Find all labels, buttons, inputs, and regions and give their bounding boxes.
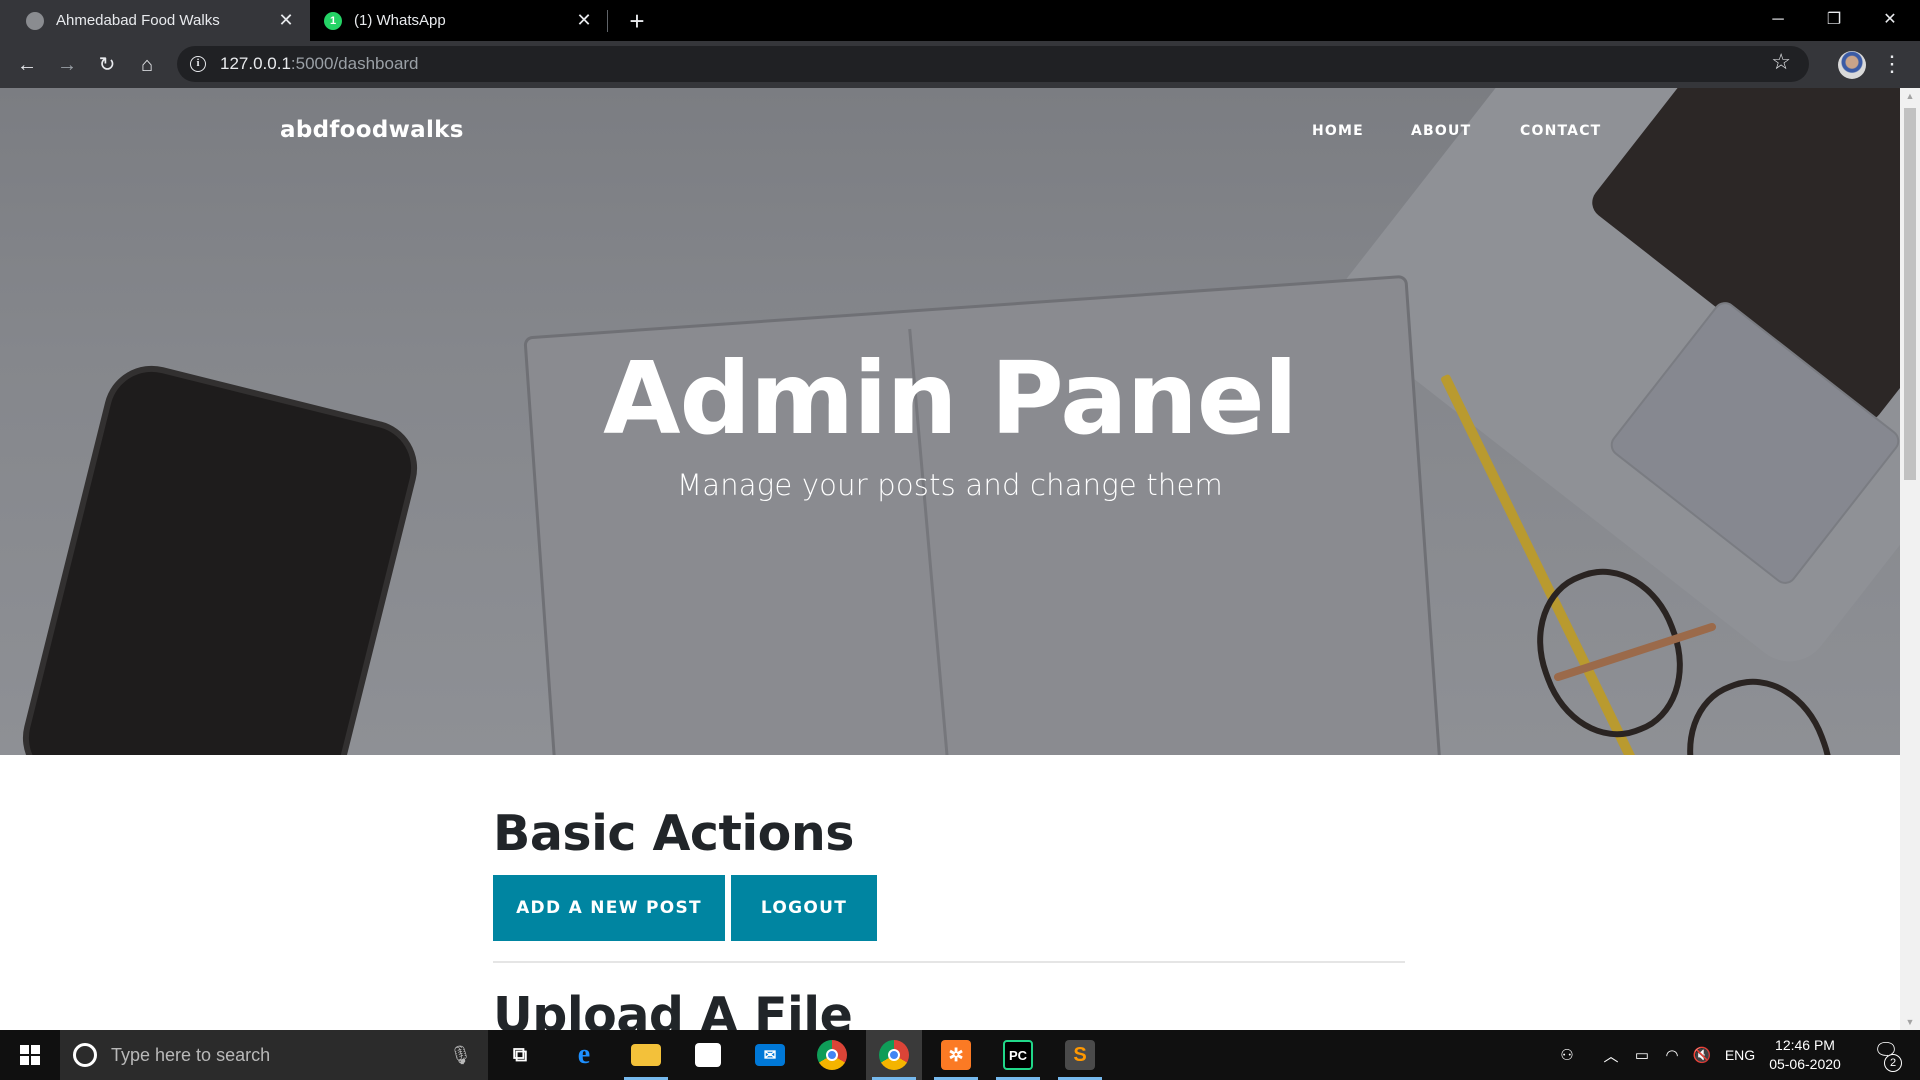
forward-arrow-icon[interactable]: → — [50, 48, 84, 82]
bookmark-star-icon[interactable]: ☆ — [1771, 49, 1791, 75]
main-navbar: abdfoodwalks HOME ABOUT CONTACT — [0, 88, 1900, 160]
cortana-icon — [73, 1043, 97, 1067]
close-tab-icon[interactable]: ✕ — [572, 0, 596, 41]
browser-tab-strip: Ahmedabad Food Walks ✕ 1 (1) WhatsApp ✕ … — [0, 0, 1920, 41]
address-bar[interactable]: i 127.0.0.1:5000/dashboard ☆ — [177, 46, 1809, 82]
home-icon[interactable]: ⌂ — [130, 48, 164, 82]
scroll-up-arrow-icon[interactable]: ▲ — [1900, 88, 1920, 104]
page-subtitle: Manage your posts and change them — [677, 468, 1223, 502]
restore-window-icon[interactable]: ❐ — [1806, 0, 1862, 41]
volume-muted-icon[interactable]: 🔇 — [1688, 1030, 1716, 1080]
masthead-hero: abdfoodwalks HOME ABOUT CONTACT Admin Pa… — [0, 88, 1900, 755]
tab-separator — [607, 10, 608, 32]
reload-icon[interactable]: ↻ — [90, 48, 124, 82]
close-tab-icon[interactable]: ✕ — [274, 0, 298, 41]
notification-count-badge: 2 — [1884, 1054, 1902, 1072]
url-host: 127.0.0.1 — [220, 54, 291, 73]
close-window-icon[interactable]: ✕ — [1862, 0, 1918, 41]
windows-logo-icon — [20, 1045, 40, 1065]
sublime-text-icon[interactable]: S — [1052, 1030, 1108, 1080]
wifi-icon[interactable]: ◠ — [1658, 1030, 1686, 1080]
tab-ahmedabad-food-walks[interactable]: Ahmedabad Food Walks ✕ — [0, 0, 310, 41]
edge-icon[interactable]: e — [556, 1030, 612, 1080]
site-info-icon[interactable]: i — [190, 56, 206, 72]
profile-avatar-icon[interactable] — [1838, 51, 1866, 79]
nav-link-about[interactable]: ABOUT — [1411, 123, 1471, 139]
chrome-profile-icon[interactable] — [866, 1030, 922, 1080]
file-explorer-icon[interactable] — [618, 1030, 674, 1080]
url-path: :5000/dashboard — [290, 54, 419, 73]
minimize-window-icon[interactable]: ─ — [1750, 0, 1806, 41]
basic-actions-heading: Basic Actions — [493, 805, 854, 862]
brand-logo-link[interactable]: abdfoodwalks — [280, 117, 464, 143]
nav-link-contact[interactable]: CONTACT — [1520, 123, 1601, 139]
scrollbar-thumb[interactable] — [1904, 108, 1916, 480]
clock-date: 05-06-2020 — [1769, 1056, 1841, 1072]
microphone-icon[interactable]: 🎙 — [449, 1045, 472, 1066]
start-button[interactable] — [0, 1030, 60, 1080]
tab-whatsapp[interactable]: 1 (1) WhatsApp ✕ — [310, 0, 608, 41]
browser-toolbar: ← → ↻ ⌂ i 127.0.0.1:5000/dashboard ☆ ⋮ — [0, 41, 1920, 88]
globe-favicon-icon — [26, 11, 44, 30]
system-clock[interactable]: 12:46 PM 05-06-2020 — [1760, 1036, 1850, 1074]
page-scrollbar[interactable]: ▲ ▼ — [1900, 88, 1920, 1030]
nav-link-home[interactable]: HOME — [1312, 123, 1364, 139]
scroll-down-arrow-icon[interactable]: ▼ — [1900, 1014, 1920, 1030]
battery-icon[interactable]: ▭ — [1628, 1030, 1656, 1080]
tab-title: (1) WhatsApp — [354, 12, 446, 29]
page-title: Admin Panel — [603, 340, 1298, 457]
search-placeholder: Type here to search — [111, 1044, 271, 1065]
input-language[interactable]: ENG — [1720, 1030, 1760, 1080]
people-icon[interactable]: ⚇ — [1552, 1030, 1582, 1080]
section-divider — [493, 961, 1405, 963]
pycharm-icon[interactable]: PC — [990, 1030, 1046, 1080]
new-tab-plus-icon[interactable]: + — [622, 4, 652, 38]
task-view-icon[interactable]: ⧉ — [492, 1030, 548, 1080]
chrome-icon[interactable] — [804, 1030, 860, 1080]
mail-icon[interactable]: ✉ — [742, 1030, 798, 1080]
action-center-icon[interactable]: 🗨 2 — [1866, 1038, 1906, 1072]
chrome-menu-icon[interactable]: ⋮ — [1880, 49, 1904, 81]
xampp-icon[interactable]: ✲ — [928, 1030, 984, 1080]
whatsapp-favicon-icon: 1 — [324, 11, 342, 30]
store-icon[interactable] — [680, 1030, 736, 1080]
back-arrow-icon[interactable]: ← — [10, 48, 44, 82]
page-viewport: abdfoodwalks HOME ABOUT CONTACT Admin Pa… — [0, 88, 1900, 1030]
add-new-post-button[interactable]: ADD A NEW POST — [493, 875, 725, 941]
windows-taskbar: Type here to search 🎙 ⧉ e ✉ ✲ PC S ⚇ ︿ ▭… — [0, 1030, 1920, 1080]
tab-title: Ahmedabad Food Walks — [56, 12, 220, 29]
taskbar-search-box[interactable]: Type here to search 🎙 — [60, 1030, 488, 1080]
show-hidden-icons-chevron-icon[interactable]: ︿ — [1598, 1030, 1624, 1080]
upload-file-heading: Upload A File — [493, 987, 853, 1030]
logout-button[interactable]: LOGOUT — [731, 875, 877, 941]
clock-time: 12:46 PM — [1775, 1037, 1835, 1053]
